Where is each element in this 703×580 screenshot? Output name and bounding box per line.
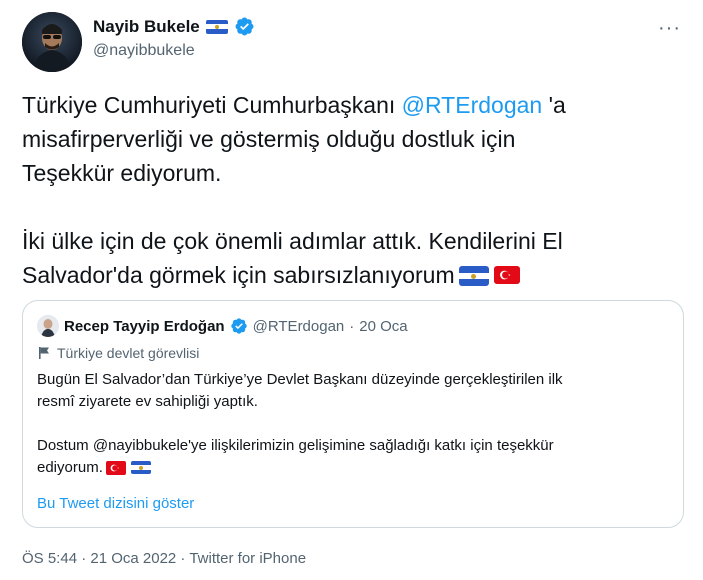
government-flag-icon [39, 347, 49, 359]
quoted-tweet[interactable]: Recep Tayyip Erdoğan @RTErdogan · 20 Oca… [22, 300, 684, 528]
tweet-meta[interactable]: ÖS 5:44 · 21 Oca 2022 · Twitter for iPho… [22, 550, 306, 567]
tweet-text-segment: Salvador'da görmek için sabırsızlanıyoru… [22, 262, 455, 288]
government-label: Türkiye devlet görevlisi [37, 345, 199, 361]
quoted-author-handle[interactable]: @RTErdogan [253, 318, 345, 335]
tweet-text-segment: Türkiye Cumhuriyeti Cumhurbaşkanı [22, 92, 402, 118]
tweet-text: Türkiye Cumhuriyeti Cumhurbaşkanı @RTErd… [22, 88, 682, 292]
tweet-line: misafirperverliği ve göstermiş olduğu do… [22, 126, 516, 152]
author-name-row[interactable]: Nayib Bukele [93, 16, 255, 37]
el-salvador-flag-icon [130, 461, 151, 474]
tweet-line: İki ülke için de çok önemli adımlar attı… [22, 228, 563, 254]
tweet-line: Teşekkür ediyorum. [22, 160, 222, 186]
quoted-line: Bugün El Salvador’dan Türkiye’ye Devlet … [37, 371, 563, 388]
el-salvador-flag-icon [458, 266, 489, 286]
quoted-line: ediyorum. [37, 457, 667, 479]
tweet-line: Salvador'da görmek için sabırsızlanıyoru… [22, 258, 682, 292]
tweet-line: Türkiye Cumhuriyeti Cumhurbaşkanı @RTErd… [22, 88, 682, 122]
quoted-author-avatar[interactable] [37, 315, 59, 337]
separator-dot: · [349, 317, 355, 335]
quoted-author-name[interactable]: Recep Tayyip Erdoğan [64, 318, 225, 335]
government-label-text: Türkiye devlet görevlisi [57, 345, 200, 361]
verified-badge-icon [230, 318, 247, 334]
turkey-flag-icon [105, 461, 126, 475]
quoted-tweet-date[interactable]: 20 Oca [359, 318, 407, 335]
quoted-tweet-header[interactable]: Recep Tayyip Erdoğan @RTErdogan · 20 Oca [37, 315, 408, 337]
quoted-line: Dostum @nayibbukele'ye ilişkilerimizin g… [37, 437, 554, 454]
tweet-text-segment: 'a [542, 92, 566, 118]
turkey-flag-icon [493, 266, 520, 284]
author-name[interactable]: Nayib Bukele [93, 17, 200, 37]
quoted-text-segment: ediyorum. [37, 459, 103, 476]
quoted-tweet-text: Bugün El Salvador’dan Türkiye’ye Devlet … [37, 369, 667, 479]
author-handle[interactable]: @nayibbukele [93, 42, 195, 60]
el-salvador-flag-icon [205, 19, 228, 34]
quoted-line: resmî ziyarete ev sahipliği yaptık. [37, 393, 258, 410]
verified-badge-icon [235, 17, 254, 36]
author-avatar[interactable] [22, 12, 82, 72]
more-icon[interactable]: ··· [658, 18, 681, 38]
tweet-card: Nayib Bukele @nayibbukele ··· Türkiye Cu… [0, 0, 703, 580]
show-thread-link[interactable]: Bu Tweet dizisini göster [37, 495, 194, 512]
mention-link[interactable]: @RTErdogan [402, 92, 543, 118]
